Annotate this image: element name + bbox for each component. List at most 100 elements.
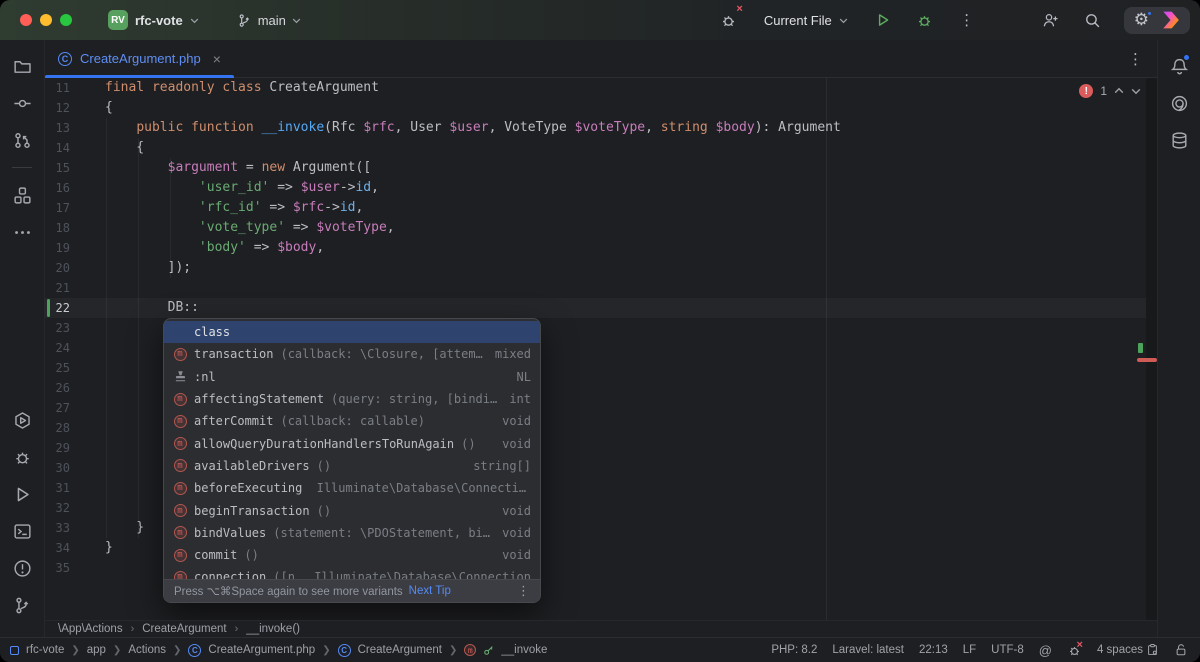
- notifications-bell-icon[interactable]: [1163, 50, 1195, 82]
- line-number[interactable]: 35: [45, 558, 105, 578]
- indent-widget[interactable]: 4 spaces: [1097, 643, 1159, 657]
- line-number[interactable]: 27: [45, 398, 105, 418]
- run-configuration-selector[interactable]: Current File: [758, 9, 854, 32]
- run-button[interactable]: [870, 7, 896, 33]
- laravel-version-widget[interactable]: Laravel: latest: [832, 644, 904, 656]
- line-number[interactable]: 16: [45, 178, 105, 198]
- line-number[interactable]: 15: [45, 158, 105, 178]
- completion-item[interactable]: mbindValues(statement: \PDOStatement, bi…: [164, 522, 540, 544]
- line-number[interactable]: 23: [45, 318, 105, 338]
- tab-create-argument-php[interactable]: C CreateArgument.php ×: [45, 40, 234, 77]
- stripe-error-mark[interactable]: [1137, 358, 1157, 362]
- services-tool-icon[interactable]: [6, 404, 38, 436]
- code-line[interactable]: ]);: [105, 258, 1146, 278]
- debug-button[interactable]: [912, 7, 938, 33]
- line-number[interactable]: 19: [45, 238, 105, 258]
- code-line[interactable]: {: [105, 98, 1146, 118]
- line-number[interactable]: 18: [45, 218, 105, 238]
- line-number[interactable]: 32: [45, 498, 105, 518]
- line-number[interactable]: 31: [45, 478, 105, 498]
- completion-item[interactable]: :nlNL: [164, 366, 540, 388]
- completion-item[interactable]: mtransaction(callback: \Closure, [attem……: [164, 343, 540, 365]
- git-branch-widget[interactable]: main: [229, 9, 309, 32]
- breadcrumb-namespace[interactable]: \App\Actions: [58, 623, 123, 635]
- composer-tool-icon[interactable]: [1163, 87, 1195, 119]
- xdebug-status-icon[interactable]: ×: [1067, 643, 1082, 658]
- code-line[interactable]: 'rfc_id' => $rfc->id,: [105, 198, 1146, 218]
- completion-item[interactable]: mbeginTransaction()void: [164, 499, 540, 521]
- php-version-widget[interactable]: PHP: 8.2: [771, 644, 817, 656]
- editor-scrollbar[interactable]: [1146, 78, 1157, 620]
- nav-item-project[interactable]: rfc-vote: [26, 644, 64, 656]
- line-number[interactable]: 25: [45, 358, 105, 378]
- nav-item-class[interactable]: CreateArgument: [358, 644, 442, 656]
- structure-tool-icon[interactable]: [6, 179, 38, 211]
- prev-problem-chevron-up-icon[interactable]: [1114, 87, 1124, 95]
- code-line[interactable]: 'user_id' => $user->id,: [105, 178, 1146, 198]
- line-number[interactable]: 20: [45, 258, 105, 278]
- unlocked-padlock-icon[interactable]: [1174, 643, 1188, 657]
- line-number[interactable]: 26: [45, 378, 105, 398]
- code-line[interactable]: $argument = new Argument([: [105, 158, 1146, 178]
- nav-item-method[interactable]: __invoke: [501, 644, 547, 656]
- line-number[interactable]: 29: [45, 438, 105, 458]
- project-widget[interactable]: RV rfc-vote: [100, 6, 207, 34]
- line-number[interactable]: 12: [45, 98, 105, 118]
- completion-item[interactable]: mafterCommit(callback: callable)void: [164, 410, 540, 432]
- nav-item-actions[interactable]: Actions: [128, 644, 166, 656]
- minimize-window-button[interactable]: [40, 14, 52, 26]
- line-number[interactable]: 17: [45, 198, 105, 218]
- completion-item[interactable]: mavailableDrivers()string[]: [164, 455, 540, 477]
- code-with-me-icon[interactable]: [1038, 7, 1064, 33]
- next-problem-chevron-down-icon[interactable]: [1131, 87, 1141, 95]
- settings-gear-icon[interactable]: ⚙: [1134, 12, 1149, 29]
- nav-item-app[interactable]: app: [87, 644, 106, 656]
- inspection-widget[interactable]: ! 1: [1079, 84, 1141, 98]
- caret-position-widget[interactable]: 22:13: [919, 644, 948, 656]
- line-number[interactable]: 14: [45, 138, 105, 158]
- line-number[interactable]: 34: [45, 538, 105, 558]
- terminal-tool-icon[interactable]: [6, 515, 38, 547]
- line-number[interactable]: 30: [45, 458, 105, 478]
- completion-options-kebab-icon[interactable]: ⋮: [517, 584, 530, 599]
- pull-requests-tool-icon[interactable]: [6, 124, 38, 156]
- version-control-tool-icon[interactable]: [6, 589, 38, 621]
- code-line[interactable]: [105, 278, 1146, 298]
- close-window-button[interactable]: [20, 14, 32, 26]
- breadcrumb-class[interactable]: CreateArgument: [142, 623, 226, 635]
- encoding-widget[interactable]: UTF-8: [991, 644, 1024, 656]
- more-actions-kebab-icon[interactable]: ⋮: [954, 7, 980, 33]
- phpstorm-logo-icon[interactable]: [1161, 11, 1180, 30]
- commit-tool-icon[interactable]: [6, 87, 38, 119]
- nav-item-file[interactable]: CreateArgument.php: [208, 644, 315, 656]
- line-number[interactable]: 28: [45, 418, 105, 438]
- code-line[interactable]: 'body' => $body,: [105, 238, 1146, 258]
- project-tool-icon[interactable]: [6, 50, 38, 82]
- code-line[interactable]: final readonly class CreateArgument: [105, 78, 1146, 98]
- debug-tool-icon[interactable]: [6, 441, 38, 473]
- completion-item[interactable]: mallowQueryDurationHandlersToRunAgain()v…: [164, 432, 540, 454]
- line-number[interactable]: 33: [45, 518, 105, 538]
- line-number[interactable]: 13: [45, 118, 105, 138]
- problems-tool-icon[interactable]: [6, 552, 38, 584]
- next-tip-link[interactable]: Next Tip: [409, 585, 451, 597]
- completion-item[interactable]: mbeforeExecuting Illuminate\Database\Con…: [164, 477, 540, 499]
- line-number[interactable]: 22: [45, 298, 105, 318]
- database-tool-icon[interactable]: [1163, 124, 1195, 156]
- completion-item[interactable]: class: [164, 321, 540, 343]
- line-number[interactable]: 24: [45, 338, 105, 358]
- run-tool-icon[interactable]: [6, 478, 38, 510]
- completion-item[interactable]: mcommit()void: [164, 544, 540, 566]
- code-line[interactable]: {: [105, 138, 1146, 158]
- code-line[interactable]: public function __invoke(Rfc $rfc, User …: [105, 118, 1146, 138]
- tab-close-icon[interactable]: ×: [213, 52, 221, 66]
- completion-item[interactable]: maffectingStatement(query: string, [bind…: [164, 388, 540, 410]
- breadcrumb-method[interactable]: __invoke(): [246, 623, 300, 635]
- tab-options-kebab-icon[interactable]: ⋮: [1128, 50, 1143, 68]
- code-line[interactable]: DB::: [105, 298, 1146, 318]
- code-line[interactable]: 'vote_type' => $voteType,: [105, 218, 1146, 238]
- zoom-window-button[interactable]: [60, 14, 72, 26]
- line-ending-widget[interactable]: LF: [963, 644, 976, 656]
- stripe-change-mark[interactable]: [1138, 343, 1143, 353]
- composer-status-icon[interactable]: @: [1039, 644, 1052, 657]
